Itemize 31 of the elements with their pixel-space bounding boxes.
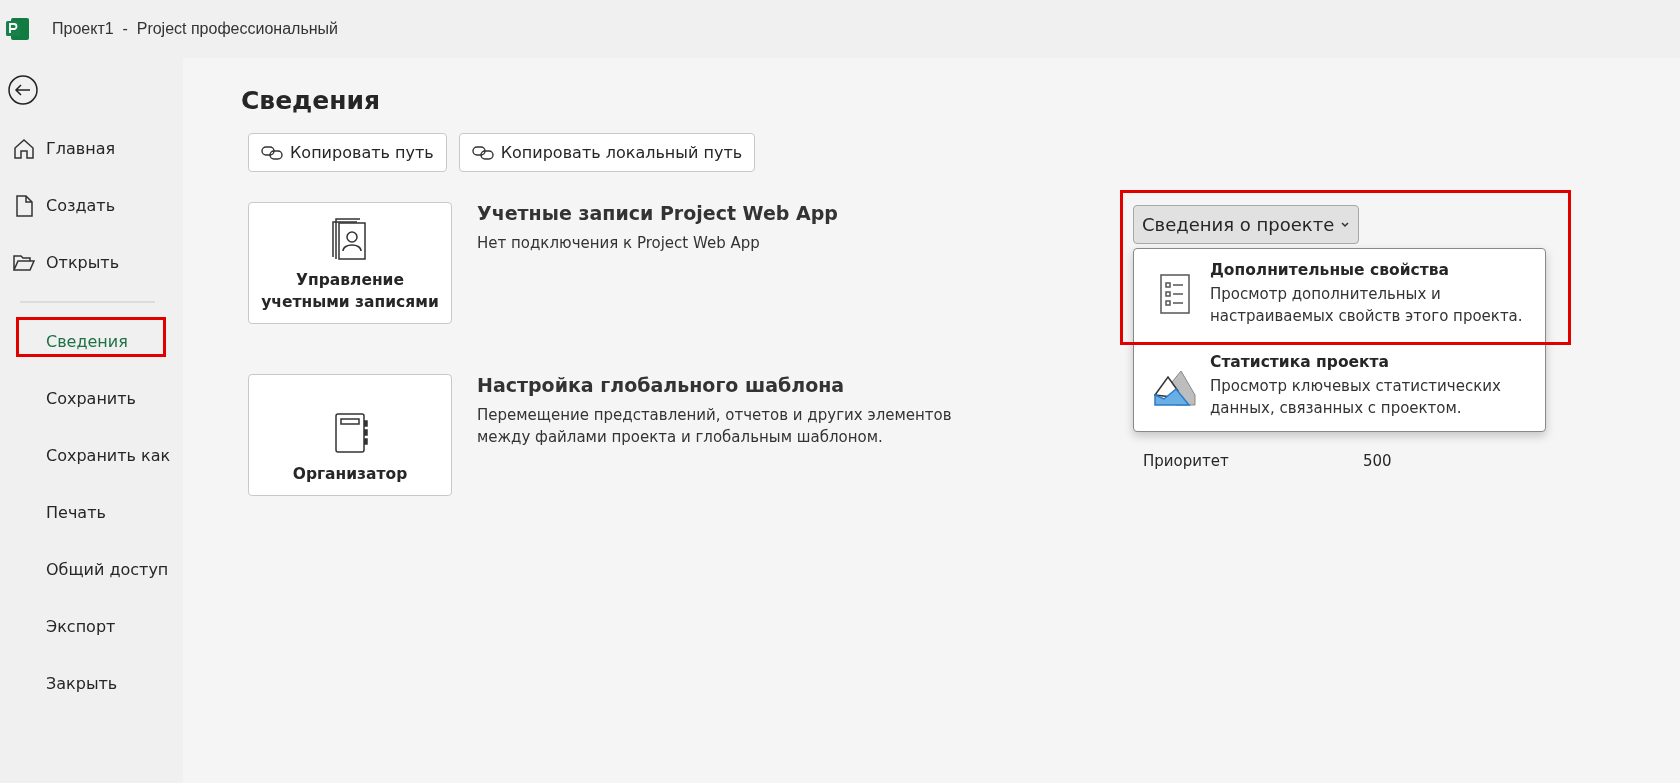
sidebar-item[interactable]: Закрыть <box>0 655 183 712</box>
chevron-down-icon <box>1340 220 1351 229</box>
property-label: Приоритет <box>1142 452 1230 470</box>
menu-item[interactable]: Дополнительные свойства Просмотр дополнительных и настраиваемых свойств этого проекта. <box>1134 255 1545 333</box>
property-value: 500 <box>1363 452 1392 470</box>
sidebar-item[interactable]: Общий доступ <box>0 541 183 598</box>
sidebar-item[interactable]: Главная <box>0 120 183 177</box>
link-icon <box>261 144 283 161</box>
section-title: Учетные записи Project Web App <box>477 202 838 224</box>
section-description: Нет подключения к Project Web App <box>477 233 761 254</box>
page-title: Сведения <box>241 86 382 115</box>
section-button[interactable]: Организатор <box>248 374 452 496</box>
sidebar-item[interactable]: Печать <box>0 484 183 541</box>
copy-path-button[interactable]: Копировать путь <box>248 133 447 172</box>
sidebar-item[interactable]: Сохранить <box>0 370 183 427</box>
sidebar-item[interactable]: Экспорт <box>0 598 183 655</box>
section-description: Перемещение представлений, отчетов и других элементов между файлами проекта и глобальным шаблоном. <box>477 405 953 448</box>
link-icon <box>471 144 494 161</box>
sidebar-item[interactable]: Сведения <box>0 313 183 370</box>
sidebar-item[interactable]: Сохранить как <box>0 427 183 484</box>
home-icon <box>12 136 36 161</box>
section-button[interactable]: Управление учетными записями <box>248 202 452 324</box>
window-title: Проект1 - Project профессиональный <box>52 20 338 38</box>
sidebar-item[interactable]: Создать <box>0 177 183 234</box>
project-info-dropdown[interactable]: Сведения о проекте <box>1133 205 1360 244</box>
app-logo-icon <box>6 16 30 42</box>
section-title: Настройка глобального шаблона <box>477 374 846 396</box>
back-icon[interactable] <box>8 75 38 105</box>
menu-item[interactable]: Статистика проекта Просмотр ключевых статистических данных, связанных с проектом. <box>1134 347 1545 425</box>
sidebar-item[interactable]: Открыть <box>0 234 183 291</box>
copy-path-button[interactable]: Копировать локальный путь <box>458 133 756 172</box>
